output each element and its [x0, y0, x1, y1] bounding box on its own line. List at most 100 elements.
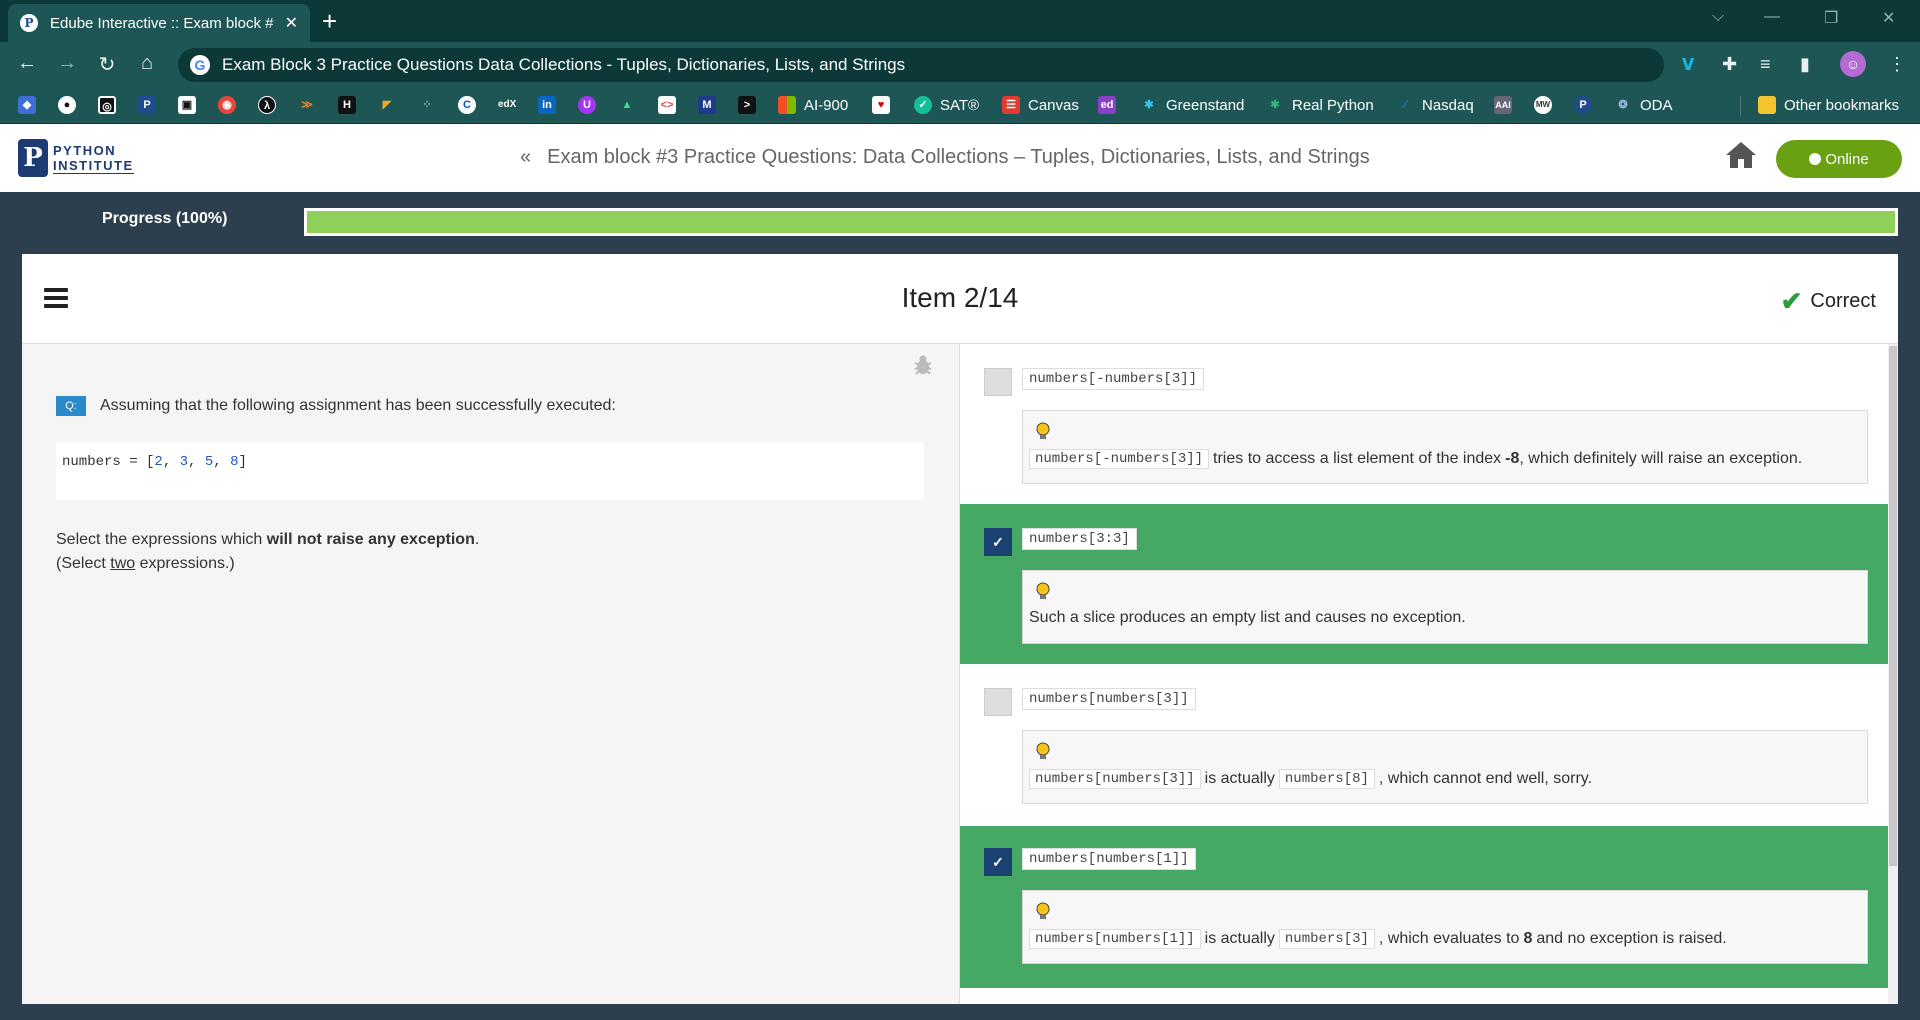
answer-option-selected[interactable]: ✓ numbers[numbers[1]] numbers[numbers[1]… [960, 826, 1888, 988]
back-icon[interactable]: ← [14, 52, 40, 75]
option-checkbox-checked-icon[interactable]: ✓ [984, 528, 1012, 556]
hint-code: numbers[8] [1278, 769, 1375, 789]
bookmark-ed-icon[interactable]: ed [1098, 96, 1116, 114]
menu-kebab-icon[interactable]: ⋮ [1888, 54, 1906, 75]
select-count-text: (Select [56, 555, 111, 572]
scrollbar-thumb[interactable] [1889, 346, 1897, 866]
bookmark-p2-icon[interactable]: P [1574, 96, 1592, 114]
bookmark-aai-icon[interactable]: AAI [1494, 96, 1512, 114]
close-tab-icon[interactable]: ✕ [285, 13, 298, 33]
instruction-bold: will not raise any exception [266, 531, 475, 548]
bookmark-code-icon[interactable]: <> [658, 96, 676, 114]
online-status-button[interactable]: Online [1776, 140, 1902, 178]
home-icon[interactable] [1724, 140, 1758, 175]
option-checkbox[interactable] [984, 688, 1012, 716]
bookmark-chrome-icon[interactable]: ◉ [218, 96, 236, 114]
bookmark-dropbox-icon[interactable]: ◆ [18, 96, 36, 114]
option-checkbox-checked-icon[interactable]: ✓ [984, 848, 1012, 876]
profile-avatar[interactable]: ☺ [1840, 51, 1866, 77]
hint-code: numbers[3] [1278, 929, 1375, 949]
hint-text: and no exception is raised. [1536, 930, 1727, 947]
code-eq: = [ [120, 454, 155, 470]
bookmark-oda[interactable]: ❂ ODA [1614, 96, 1672, 114]
bookmark-nasdaq[interactable]: ⁄ Nasdaq [1396, 96, 1474, 114]
bookmark-p-icon[interactable]: P [138, 96, 156, 114]
answer-option-selected[interactable]: ✓ numbers[3:3] Such a slice produces an … [960, 504, 1888, 664]
extensions-puzzle-icon[interactable]: ✚ [1722, 54, 1737, 75]
option-checkbox[interactable] [984, 368, 1012, 396]
bookmark-ai900[interactable]: AI-900 [778, 96, 848, 114]
bookmark-dots-icon[interactable]: ⁘ [418, 96, 436, 114]
browser-tabbar: P Edube Interactive :: Exam block # ✕ + … [0, 0, 1920, 42]
hint-text: , which definitely will raise an excepti… [1519, 450, 1803, 467]
bookmark-leetcode-icon[interactable]: ◤ [378, 96, 396, 114]
item-title: Item 2/14 [901, 282, 1019, 313]
option-code: numbers[numbers[3]] [1022, 688, 1196, 710]
breadcrumb-title[interactable]: Exam block #3 Practice Questions: Data C… [547, 146, 1370, 169]
question-card: Item 2/14 ✔ Correct Q: Assuming that the… [22, 254, 1898, 1004]
restore-icon[interactable]: ❐ [1824, 8, 1838, 28]
logo-line2: INSTITUTE [53, 157, 134, 174]
bookmarks-bar: ◆ ● ◎ P ▣ ◉ λ ≫ H ◤ ⁘ C edX in U ▲ <> M … [0, 88, 1920, 124]
question-row: Q: Assuming that the following assignmen… [56, 396, 616, 416]
hamburger-menu-icon[interactable] [44, 288, 68, 308]
bookmark-target-icon[interactable]: ◎ [98, 96, 116, 114]
bookmark-canvas[interactable]: ☰ Canvas [1002, 96, 1079, 114]
bookmark-android-icon[interactable]: ▲ [618, 96, 636, 114]
lightbulb-icon [1035, 741, 1051, 766]
breadcrumb: « Exam block #3 Practice Questions: Data… [520, 146, 1370, 169]
instructions: Select the expressions which will not ra… [56, 528, 479, 576]
code-value: 3 [179, 454, 189, 470]
question-pane: Q: Assuming that the following assignmen… [22, 344, 960, 1004]
vimeo-extension-icon[interactable]: v [1682, 50, 1694, 76]
bookmark-divider [1740, 96, 1741, 116]
progress-label: Progress (100%) [102, 210, 228, 227]
bookmark-udemy-icon[interactable]: U [578, 96, 596, 114]
question-intro: Assuming that the following assignment h… [100, 397, 616, 414]
bookmark-hackerrank-icon[interactable]: H [338, 96, 356, 114]
bookmark-github-icon[interactable]: ● [58, 96, 76, 114]
bookmark-sat[interactable]: ✓ SAT® [914, 96, 979, 114]
home-browser-icon[interactable]: ⌂ [134, 52, 160, 75]
bookmark-linkedin-icon[interactable]: in [538, 96, 556, 114]
logo-line1: PYTHON [53, 142, 117, 158]
minimize-icon[interactable]: — [1764, 8, 1780, 26]
canvas-icon: ☰ [1002, 96, 1020, 114]
answer-option[interactable]: numbers[-numbers[3]] numbers[-numbers[3]… [960, 344, 1888, 504]
breadcrumb-back-icon[interactable]: « [520, 146, 531, 169]
instruction-text: Select the expressions which [56, 531, 267, 548]
browser-tab[interactable]: P Edube Interactive :: Exam block # ✕ [8, 4, 310, 42]
forward-icon[interactable]: → [54, 52, 80, 75]
reload-icon[interactable]: ↻ [94, 52, 120, 77]
python-institute-favicon-icon: P [20, 14, 38, 32]
tab-search-icon[interactable]: ⌵ [1712, 8, 1724, 26]
bookmark-real-python[interactable]: ✱ Real Python [1266, 96, 1373, 114]
lightbulb-icon [1035, 901, 1051, 926]
code-value: 2 [154, 454, 163, 470]
other-bookmarks[interactable]: Other bookmarks [1758, 96, 1899, 114]
bookmark-terminal-icon[interactable]: > [738, 96, 756, 114]
python-institute-logo[interactable]: P PYTHON INSTITUTE [18, 139, 134, 177]
address-bar[interactable]: G Exam Block 3 Practice Questions Data C… [178, 48, 1664, 82]
python-institute-logo-icon: P [18, 139, 48, 177]
answer-option[interactable]: numbers[numbers[3]] numbers[numbers[3]] … [960, 664, 1888, 826]
card-header: Item 2/14 ✔ Correct [22, 254, 1898, 344]
bookmark-codewars-icon[interactable]: ≫ [298, 96, 316, 114]
bookmark-edx-icon[interactable]: edX [498, 96, 516, 114]
bookmark-mw-icon[interactable]: MW [1534, 96, 1552, 114]
reading-list-icon[interactable]: ≡ [1760, 54, 1771, 75]
new-tab-button[interactable]: + [322, 6, 337, 36]
instruction-end: . [474, 531, 480, 548]
report-bug-icon[interactable] [912, 354, 934, 381]
bookmark-printer-icon[interactable]: ▣ [178, 96, 196, 114]
bookmark-mooc-icon[interactable]: M [698, 96, 716, 114]
scrollbar[interactable] [1888, 344, 1898, 1004]
close-window-icon[interactable]: ✕ [1882, 8, 1895, 28]
bookmark-greenstand[interactable]: ✱ Greenstand [1140, 96, 1244, 114]
side-panel-icon[interactable]: ▮ [1800, 54, 1810, 75]
hint-text: Such a slice produces an empty list and … [1029, 609, 1466, 626]
bookmark-shield-icon[interactable]: ♥ [872, 96, 890, 114]
bookmark-lambda-icon[interactable]: λ [258, 96, 276, 114]
folder-icon [1758, 96, 1776, 114]
bookmark-coursera-icon[interactable]: C [458, 96, 476, 114]
